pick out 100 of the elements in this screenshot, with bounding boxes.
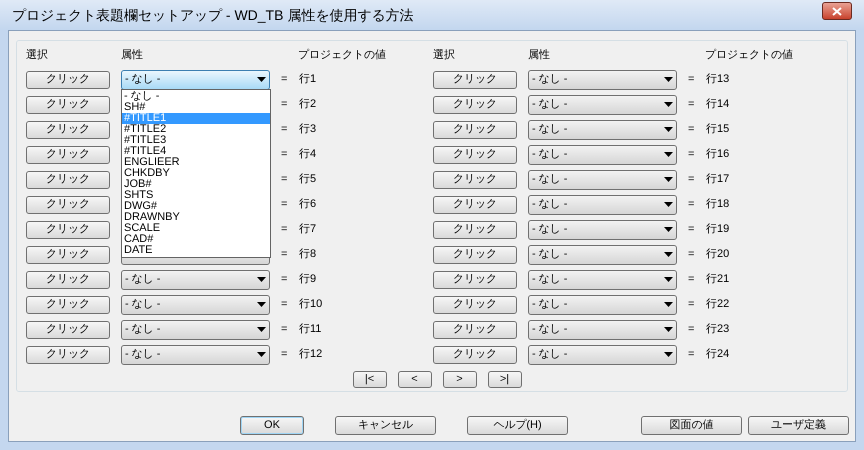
project-value: 行24	[706, 347, 730, 362]
click-button[interactable]: クリック	[433, 146, 517, 164]
column-header: 選択	[26, 48, 49, 63]
pager-button[interactable]: >	[442, 371, 476, 388]
click-button[interactable]: クリック	[26, 70, 110, 88]
equals-sign: =	[688, 297, 695, 312]
project-value: 行19	[706, 222, 730, 238]
dialog-button[interactable]: OK	[240, 416, 304, 435]
click-button[interactable]: クリック	[433, 220, 517, 238]
click-button[interactable]: クリック	[433, 70, 517, 88]
caret-icon	[664, 127, 673, 132]
project-value: 行4	[299, 147, 316, 162]
click-button[interactable]: クリック	[26, 196, 110, 214]
project-value: 行14	[706, 97, 730, 112]
click-button[interactable]: クリック	[433, 246, 517, 264]
attribute-dropdown[interactable]: - なし -	[528, 294, 677, 314]
project-value: 行2	[299, 97, 316, 112]
click-button[interactable]: クリック	[26, 120, 110, 138]
click-button[interactable]: クリック	[26, 146, 110, 164]
attribute-dropdown[interactable]: - なし -	[528, 344, 677, 364]
caret-icon	[664, 202, 673, 207]
attribute-dropdown[interactable]: - なし -	[121, 270, 270, 290]
caret-icon	[257, 352, 266, 357]
click-button[interactable]: クリック	[26, 320, 110, 338]
click-button[interactable]: クリック	[26, 346, 110, 364]
caret-icon	[257, 327, 266, 332]
click-button[interactable]: クリック	[433, 196, 517, 214]
caret-icon	[664, 352, 673, 357]
caret-icon	[664, 102, 673, 107]
dialog-button[interactable]: ヘルプ(H)	[467, 416, 568, 435]
project-value: 行16	[706, 147, 730, 162]
attribute-dropdown[interactable]: - なし -	[121, 344, 270, 364]
attribute-dropdown[interactable]: - なし -	[528, 94, 677, 114]
caret-icon	[664, 327, 673, 332]
equals-sign: =	[281, 147, 288, 162]
click-button[interactable]: クリック	[433, 170, 517, 188]
click-button[interactable]: クリック	[26, 270, 110, 288]
click-button[interactable]: クリック	[26, 246, 110, 264]
dropdown-option[interactable]: #TITLE2	[122, 124, 270, 134]
pager-button[interactable]: <	[398, 371, 432, 388]
dropdown-option[interactable]: CAD#	[122, 234, 270, 244]
column-header: プロジェクトの値	[705, 48, 793, 63]
equals-sign: =	[688, 122, 695, 138]
click-button[interactable]: クリック	[433, 120, 517, 138]
click-button[interactable]: クリック	[433, 346, 517, 364]
equals-sign: =	[281, 97, 288, 112]
click-button[interactable]: クリック	[26, 296, 110, 314]
dropdown-option[interactable]: - なし -	[122, 90, 270, 102]
attribute-dropdown[interactable]: - なし -	[528, 144, 677, 164]
dialog-button[interactable]: ユーザ定義	[748, 416, 849, 435]
equals-sign: =	[281, 272, 288, 288]
click-button[interactable]: クリック	[26, 220, 110, 238]
attribute-dropdown[interactable]: - なし -	[121, 294, 270, 314]
attribute-dropdown[interactable]: - なし -	[528, 120, 677, 140]
pager-button[interactable]: |<	[352, 371, 386, 388]
dropdown-option[interactable]: #TITLE4	[122, 146, 270, 156]
dropdown-option[interactable]: #TITLE3	[122, 134, 270, 146]
click-button[interactable]: クリック	[26, 96, 110, 114]
dropdown-option[interactable]: SCALE	[122, 222, 270, 234]
dropdown-option[interactable]: DWG#	[122, 200, 270, 212]
project-value: 行21	[706, 272, 730, 288]
dropdown-option[interactable]: DATE	[122, 244, 270, 256]
caret-icon	[664, 227, 673, 232]
equals-sign: =	[281, 322, 288, 338]
attribute-dropdown[interactable]: - なし -	[121, 320, 270, 340]
caret-icon	[664, 177, 673, 182]
pager-button[interactable]: >|	[488, 371, 522, 388]
dropdown-option[interactable]: DRAWNBY	[122, 212, 270, 222]
project-value: 行6	[299, 197, 316, 212]
equals-sign: =	[281, 72, 288, 88]
equals-sign: =	[688, 72, 695, 88]
equals-sign: =	[688, 147, 695, 162]
project-value: 行15	[706, 122, 730, 138]
dropdown-option[interactable]: CHKDBY	[122, 168, 270, 178]
click-button[interactable]: クリック	[433, 296, 517, 314]
dialog-button[interactable]: キャンセル	[335, 416, 436, 435]
project-value: 行12	[299, 347, 322, 362]
attribute-dropdown[interactable]: - なし -	[528, 170, 677, 190]
equals-sign: =	[688, 322, 695, 338]
caret-icon	[257, 302, 266, 307]
click-button[interactable]: クリック	[433, 270, 517, 288]
dialog-button[interactable]: 図面の値	[641, 416, 742, 435]
attribute-dropdown[interactable]: - なし -	[528, 320, 677, 340]
project-value: 行13	[706, 72, 730, 88]
close-button[interactable]	[822, 2, 852, 20]
attribute-dropdown[interactable]: - なし -	[528, 220, 677, 240]
click-button[interactable]: クリック	[26, 170, 110, 188]
caret-icon	[664, 77, 673, 82]
equals-sign: =	[688, 172, 695, 188]
dropdown-option[interactable]: ENGLIEER	[122, 156, 270, 168]
click-button[interactable]: クリック	[433, 320, 517, 338]
attribute-dropdown[interactable]: - なし -	[528, 270, 677, 290]
dropdown-option[interactable]: SHTS	[122, 190, 270, 200]
attribute-dropdown[interactable]: - なし -	[528, 244, 677, 264]
attribute-dropdown[interactable]: - なし -	[528, 70, 677, 90]
dropdown-option[interactable]: JOB#	[122, 178, 270, 190]
dropdown-option[interactable]: SH#	[122, 102, 270, 112]
click-button[interactable]: クリック	[433, 96, 517, 114]
attribute-dropdown[interactable]: - なし -	[121, 70, 270, 90]
attribute-dropdown[interactable]: - なし -	[528, 194, 677, 214]
